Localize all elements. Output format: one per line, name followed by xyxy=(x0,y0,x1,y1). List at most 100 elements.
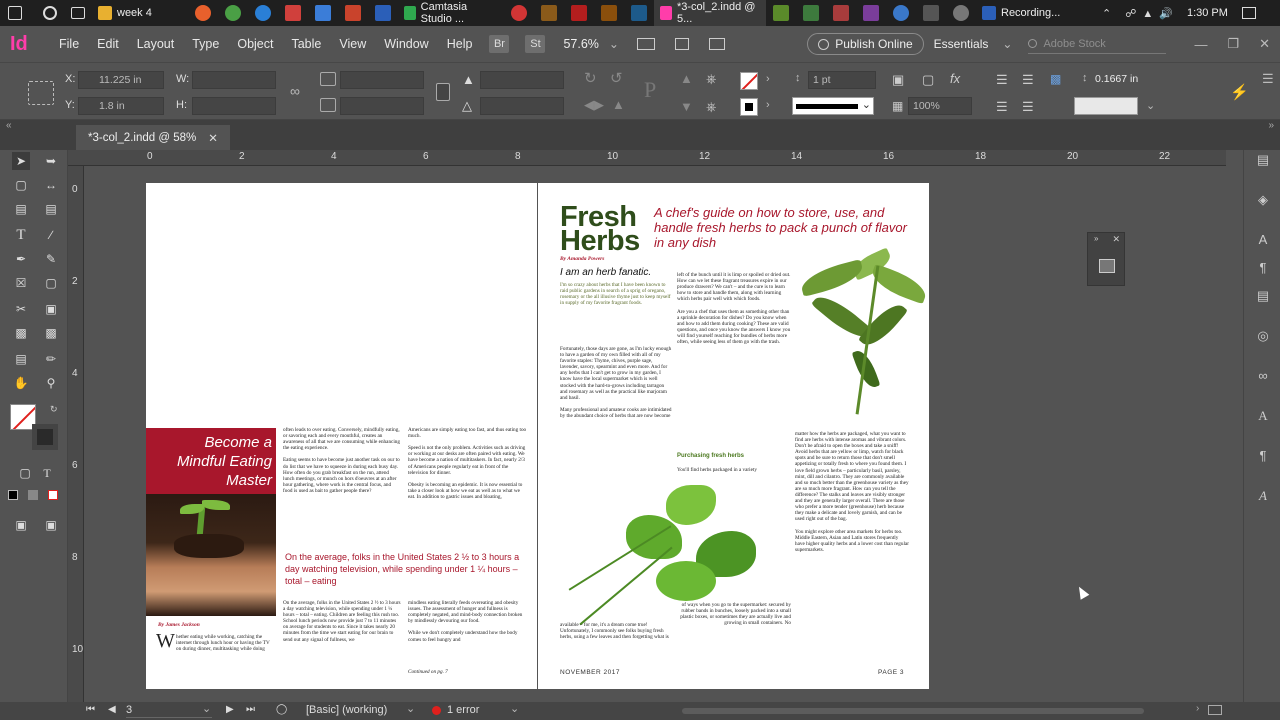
eyedropper-tool-icon[interactable]: ✏ xyxy=(42,350,60,368)
content-collector-icon[interactable]: ▤ xyxy=(12,200,30,218)
app-icon[interactable] xyxy=(285,5,301,21)
app-icon[interactable] xyxy=(773,5,789,21)
gradient-feather-tool-icon[interactable]: ▩ xyxy=(42,324,60,342)
chevron-down-icon[interactable]: ⌄ xyxy=(510,702,519,715)
glyphs-panel-icon[interactable]: A xyxy=(1254,488,1272,506)
rotate-icon[interactable]: ▲ xyxy=(462,72,475,87)
app-icon[interactable] xyxy=(893,5,909,21)
acrobat-icon[interactable] xyxy=(571,5,587,21)
view-toggle-icon[interactable] xyxy=(1208,705,1222,715)
app-icon[interactable] xyxy=(803,5,819,21)
gradient-swatch-tool-icon[interactable]: ▩ xyxy=(12,324,30,342)
fill-swatch[interactable] xyxy=(740,72,758,90)
menu-view[interactable]: View xyxy=(330,37,375,51)
preview-mode-icon[interactable]: ▣ xyxy=(42,516,60,534)
notification-icon[interactable] xyxy=(1241,7,1256,19)
menu-help[interactable]: Help xyxy=(438,37,482,51)
taskbar-item-indesign[interactable]: *3-col_2.indd @ 5... xyxy=(654,0,766,26)
rectangle-tool-icon[interactable]: ▢ xyxy=(42,274,60,292)
align-center-icon[interactable]: ☰ xyxy=(1022,72,1034,88)
close-icon[interactable]: ✕ xyxy=(1259,36,1270,52)
selection-tool-icon[interactable]: ➤ xyxy=(12,152,30,170)
right-page[interactable]: Fresh Herbs A chef's guide on how to sto… xyxy=(538,183,931,689)
note-tool-icon[interactable]: ▤ xyxy=(12,350,30,368)
line-tool-icon[interactable]: ∕ xyxy=(42,226,60,244)
paragraph-styles-icon[interactable]: ¶ xyxy=(1254,260,1272,278)
photoshop-icon[interactable] xyxy=(631,5,647,21)
column-1-text[interactable]: Fortunately, those days are gone, as I'm… xyxy=(560,346,672,419)
h-field[interactable] xyxy=(192,97,276,115)
menu-object[interactable]: Object xyxy=(228,37,282,51)
apply-gradient-icon[interactable] xyxy=(28,490,38,500)
menu-window[interactable]: Window xyxy=(375,37,437,51)
x-field[interactable]: 11.225 in xyxy=(78,71,164,89)
scale-y-icon[interactable] xyxy=(320,98,336,112)
hyperlinks-icon[interactable]: ∞ xyxy=(1254,368,1272,386)
app-icon[interactable] xyxy=(315,5,331,21)
content-placer-icon[interactable]: ▤ xyxy=(42,200,60,218)
scroll-right-icon[interactable]: › xyxy=(1196,703,1199,714)
stroke-weight-field[interactable]: 1 pt xyxy=(808,71,876,89)
select-container-icon[interactable]: P xyxy=(644,77,656,103)
scissors-tool-icon[interactable]: ✂ xyxy=(12,300,30,318)
clock[interactable]: 1:30 PM xyxy=(1187,7,1228,19)
chevron-down-icon[interactable]: ⌄ xyxy=(609,37,619,51)
apply-color-icon[interactable] xyxy=(8,490,18,500)
last-page-icon[interactable]: ⏭ xyxy=(246,704,255,715)
flip-vertical-icon[interactable]: ▲ xyxy=(612,97,625,112)
lead-heading[interactable]: I am an herb fanatic. xyxy=(560,267,651,278)
app-icon[interactable] xyxy=(863,5,879,21)
y-field[interactable]: 1.8 in xyxy=(78,97,164,115)
select-next-icon[interactable]: ▼ xyxy=(680,99,693,114)
menu-file[interactable]: File xyxy=(50,37,88,51)
taskbar-item-explorer[interactable]: week 4 xyxy=(92,0,188,26)
document-tab[interactable]: *3-col_2.indd @ 58% ✕ xyxy=(76,125,230,150)
herb-leaves-photo[interactable] xyxy=(770,247,931,426)
menu-edit[interactable]: Edit xyxy=(88,37,128,51)
chevron-down-icon[interactable]: ⌄ xyxy=(1146,99,1155,112)
taskbar-item-recording[interactable]: Recording... xyxy=(976,0,1092,26)
column-2-lower-text[interactable]: On the average, folks in the United Stat… xyxy=(283,600,401,643)
constrain-proportions-icon[interactable]: ∞ xyxy=(290,83,300,99)
open-in-icon[interactable]: ◯ xyxy=(276,704,287,715)
word-icon[interactable] xyxy=(375,5,391,21)
column-3-text[interactable]: matter how the herbs are packaged, what … xyxy=(795,431,909,553)
stroke-arrow-icon[interactable]: › xyxy=(766,99,770,111)
subheading[interactable]: Purchasing fresh herbs xyxy=(677,453,744,459)
pen-tool-icon[interactable]: ✒ xyxy=(12,250,30,268)
taskbar-item-camtasia[interactable]: Camtasia Studio ... xyxy=(398,0,504,26)
close-panel-icon[interactable]: ✕ xyxy=(1112,234,1120,245)
preflight-profile[interactable]: [Basic] (working) xyxy=(306,704,387,716)
restore-icon[interactable]: ❐ xyxy=(1227,36,1239,52)
settings-icon[interactable] xyxy=(953,5,969,21)
w-field[interactable] xyxy=(192,71,276,89)
chevron-down-icon[interactable]: ⌄ xyxy=(202,702,211,715)
cortana-icon[interactable] xyxy=(43,6,57,20)
layers-panel-icon[interactable]: ◈ xyxy=(1254,192,1272,210)
column-3-lower-text[interactable]: mindless eating literally feeds overeati… xyxy=(408,600,528,643)
menu-table[interactable]: Table xyxy=(282,37,330,51)
shear-icon[interactable]: △ xyxy=(462,98,472,114)
vertical-ruler[interactable]: 0 2 4 6 8 10 xyxy=(68,166,84,702)
chevron-down-icon[interactable]: ⌄ xyxy=(406,702,415,715)
collapse-toolbar-icon[interactable]: « xyxy=(6,120,12,131)
wrap2-icon[interactable]: ☰ xyxy=(1022,99,1034,115)
column-3-text[interactable]: Americans are simply eating too fast, an… xyxy=(408,427,528,500)
tray-chevron-icon[interactable]: ⌃ xyxy=(1102,7,1111,20)
flip-horizontal-icon[interactable]: ◀▶ xyxy=(584,97,604,113)
stock-button[interactable]: St xyxy=(525,35,546,53)
select-previous-icon[interactable]: ▲ xyxy=(680,71,693,86)
frame-fitting-icon[interactable]: ▣ xyxy=(892,72,904,88)
free-transform-tool-icon[interactable]: ▣ xyxy=(42,300,60,318)
subtitle[interactable]: A chef's guide on how to store, use, and… xyxy=(654,205,912,250)
quick-apply-icon[interactable]: ⚡ xyxy=(1230,83,1249,101)
panel-menu-icon[interactable]: ☰ xyxy=(1262,71,1274,87)
format-container-icon[interactable]: ▢ xyxy=(16,464,34,482)
firefox-icon[interactable] xyxy=(195,5,211,21)
previous-page-icon[interactable]: ◀ xyxy=(108,704,116,715)
type-tool-icon[interactable]: T xyxy=(12,226,30,244)
zoom-level[interactable]: 57.6% xyxy=(563,37,598,51)
opacity-field[interactable]: 100% xyxy=(908,97,972,115)
workspace-switcher[interactable]: Essentials xyxy=(934,37,989,51)
cc-libraries-icon[interactable]: ▤ xyxy=(1254,288,1272,306)
